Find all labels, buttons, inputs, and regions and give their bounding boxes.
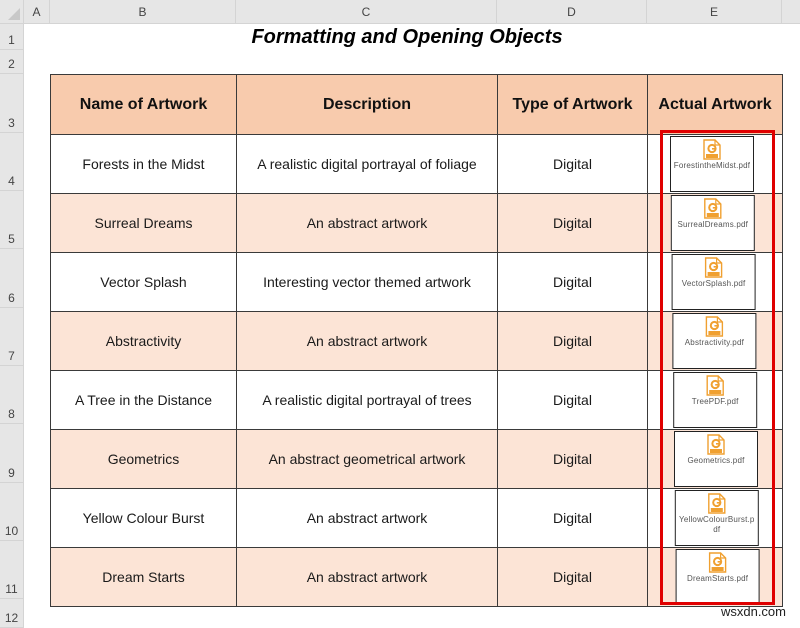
embedded-object-filename: VectorSplash.pdf <box>681 279 746 288</box>
embedded-object-filename: Geometrics.pdf <box>687 456 745 465</box>
cell-name[interactable]: Vector Splash <box>50 252 237 312</box>
cell-name[interactable]: Forests in the Midst <box>50 134 237 194</box>
row-header-7[interactable]: 7 <box>0 308 24 366</box>
cell-description[interactable]: An abstract geometrical artwork <box>236 429 498 489</box>
cell-description[interactable]: An abstract artwork <box>236 547 498 607</box>
pdf-file-icon <box>706 375 724 396</box>
cell-name[interactable]: Surreal Dreams <box>50 193 237 253</box>
column-header-e[interactable]: E <box>647 0 782 24</box>
embedded-object-filename: TreePDF.pdf <box>691 397 739 406</box>
pdf-file-icon <box>704 257 723 278</box>
row-header-3[interactable]: 3 <box>0 74 24 133</box>
header-actual-artwork[interactable]: Actual Artwork <box>647 74 783 135</box>
table-row: Forests in the Midst A realistic digital… <box>50 134 783 194</box>
embedded-object-filename: DreamStarts.pdf <box>686 574 749 583</box>
embedded-object-filename: YellowColourBurst.pdf <box>679 515 755 534</box>
row-header-2[interactable]: 2 <box>0 50 24 74</box>
cell-type[interactable]: Digital <box>497 311 648 371</box>
select-all-triangle-icon <box>8 8 20 20</box>
select-all-corner[interactable] <box>0 0 24 24</box>
cell-actual-artwork[interactable]: Geometrics.pdf <box>647 429 783 489</box>
cell-description[interactable]: An abstract artwork <box>236 193 498 253</box>
cell-name[interactable]: Yellow Colour Burst <box>50 488 237 548</box>
cell-description[interactable]: A realistic digital portrayal of foliage <box>236 134 498 194</box>
embedded-pdf-object[interactable]: Abstractivity.pdf <box>672 313 757 369</box>
embedded-pdf-object[interactable]: YellowColourBurst.pdf <box>674 490 759 546</box>
header-description[interactable]: Description <box>236 74 498 135</box>
embedded-pdf-object[interactable]: VectorSplash.pdf <box>671 254 756 310</box>
column-header-empty <box>782 0 800 24</box>
cell-actual-artwork[interactable]: TreePDF.pdf <box>647 370 783 430</box>
cell-actual-artwork[interactable]: SurrealDreams.pdf <box>647 193 783 253</box>
header-type-of-artwork[interactable]: Type of Artwork <box>497 74 648 135</box>
column-header-d[interactable]: D <box>497 0 647 24</box>
artwork-table: Name of Artwork Description Type of Artw… <box>50 74 783 607</box>
pdf-file-icon <box>707 434 725 455</box>
table-row: Geometrics An abstract geometrical artwo… <box>50 429 783 489</box>
cell-description[interactable]: An abstract artwork <box>236 488 498 548</box>
cell-type[interactable]: Digital <box>497 193 648 253</box>
cell-description[interactable]: Interesting vector themed artwork <box>236 252 498 312</box>
pdf-file-icon <box>703 139 721 160</box>
cell-type[interactable]: Digital <box>497 488 648 548</box>
watermark: wsxdn.com <box>720 604 786 619</box>
row-header-8[interactable]: 8 <box>0 366 24 424</box>
row-header-6[interactable]: 6 <box>0 249 24 308</box>
header-name-of-artwork[interactable]: Name of Artwork <box>50 74 237 135</box>
table-header-row: Name of Artwork Description Type of Artw… <box>50 74 783 135</box>
cell-name[interactable]: Geometrics <box>50 429 237 489</box>
pdf-file-icon <box>708 493 726 514</box>
sheet-title: Formatting and Opening Objects <box>251 25 563 48</box>
embedded-pdf-object[interactable]: Geometrics.pdf <box>674 431 758 487</box>
table-row: A Tree in the Distance A realistic digit… <box>50 370 783 430</box>
row-header-12[interactable]: 12 <box>0 599 24 628</box>
cell-description[interactable]: An abstract artwork <box>236 311 498 371</box>
cell-type[interactable]: Digital <box>497 429 648 489</box>
embedded-pdf-object[interactable]: DreamStarts.pdf <box>675 549 760 605</box>
row-header-11[interactable]: 11 <box>0 541 24 599</box>
row-header-4[interactable]: 4 <box>0 133 24 191</box>
cell-type[interactable]: Digital <box>497 370 648 430</box>
cell-description[interactable]: A realistic digital portrayal of trees <box>236 370 498 430</box>
column-header-b[interactable]: B <box>50 0 236 24</box>
cell-name[interactable]: Abstractivity <box>50 311 237 371</box>
pdf-file-icon <box>704 198 722 219</box>
embedded-object-filename: SurrealDreams.pdf <box>677 220 749 229</box>
table-row: Yellow Colour Burst An abstract artwork … <box>50 488 783 548</box>
cell-actual-artwork[interactable]: Abstractivity.pdf <box>647 311 783 371</box>
cell-name[interactable]: Dream Starts <box>50 547 237 607</box>
cell-actual-artwork[interactable]: ForestintheMidst.pdf <box>647 134 783 194</box>
row-header-5[interactable]: 5 <box>0 191 24 249</box>
pdf-file-icon <box>705 316 724 337</box>
cell-actual-artwork[interactable]: DreamStarts.pdf <box>647 547 783 607</box>
table-row: Dream Starts An abstract artwork Digital… <box>50 547 783 607</box>
embedded-pdf-object[interactable]: TreePDF.pdf <box>673 372 758 428</box>
cell-type[interactable]: Digital <box>497 134 648 194</box>
column-header-a[interactable]: A <box>24 0 50 24</box>
embedded-object-filename: ForestintheMidst.pdf <box>673 161 751 170</box>
cell-name[interactable]: A Tree in the Distance <box>50 370 237 430</box>
cell-type[interactable]: Digital <box>497 547 648 607</box>
table-row: Vector Splash Interesting vector themed … <box>50 252 783 312</box>
row-header-1[interactable]: 1 <box>0 24 24 50</box>
cell-actual-artwork[interactable]: YellowColourBurst.pdf <box>647 488 783 548</box>
column-header-c[interactable]: C <box>236 0 497 24</box>
row-header-10[interactable]: 10 <box>0 483 24 541</box>
table-row: Surreal Dreams An abstract artwork Digit… <box>50 193 783 253</box>
row-header-9[interactable]: 9 <box>0 424 24 483</box>
pdf-file-icon <box>708 552 727 573</box>
embedded-object-filename: Abstractivity.pdf <box>684 338 745 347</box>
cell-actual-artwork[interactable]: VectorSplash.pdf <box>647 252 783 312</box>
table-row: Abstractivity An abstract artwork Digita… <box>50 311 783 371</box>
cell-type[interactable]: Digital <box>497 252 648 312</box>
embedded-pdf-object[interactable]: ForestintheMidst.pdf <box>670 136 754 192</box>
embedded-pdf-object[interactable]: SurrealDreams.pdf <box>670 195 755 251</box>
